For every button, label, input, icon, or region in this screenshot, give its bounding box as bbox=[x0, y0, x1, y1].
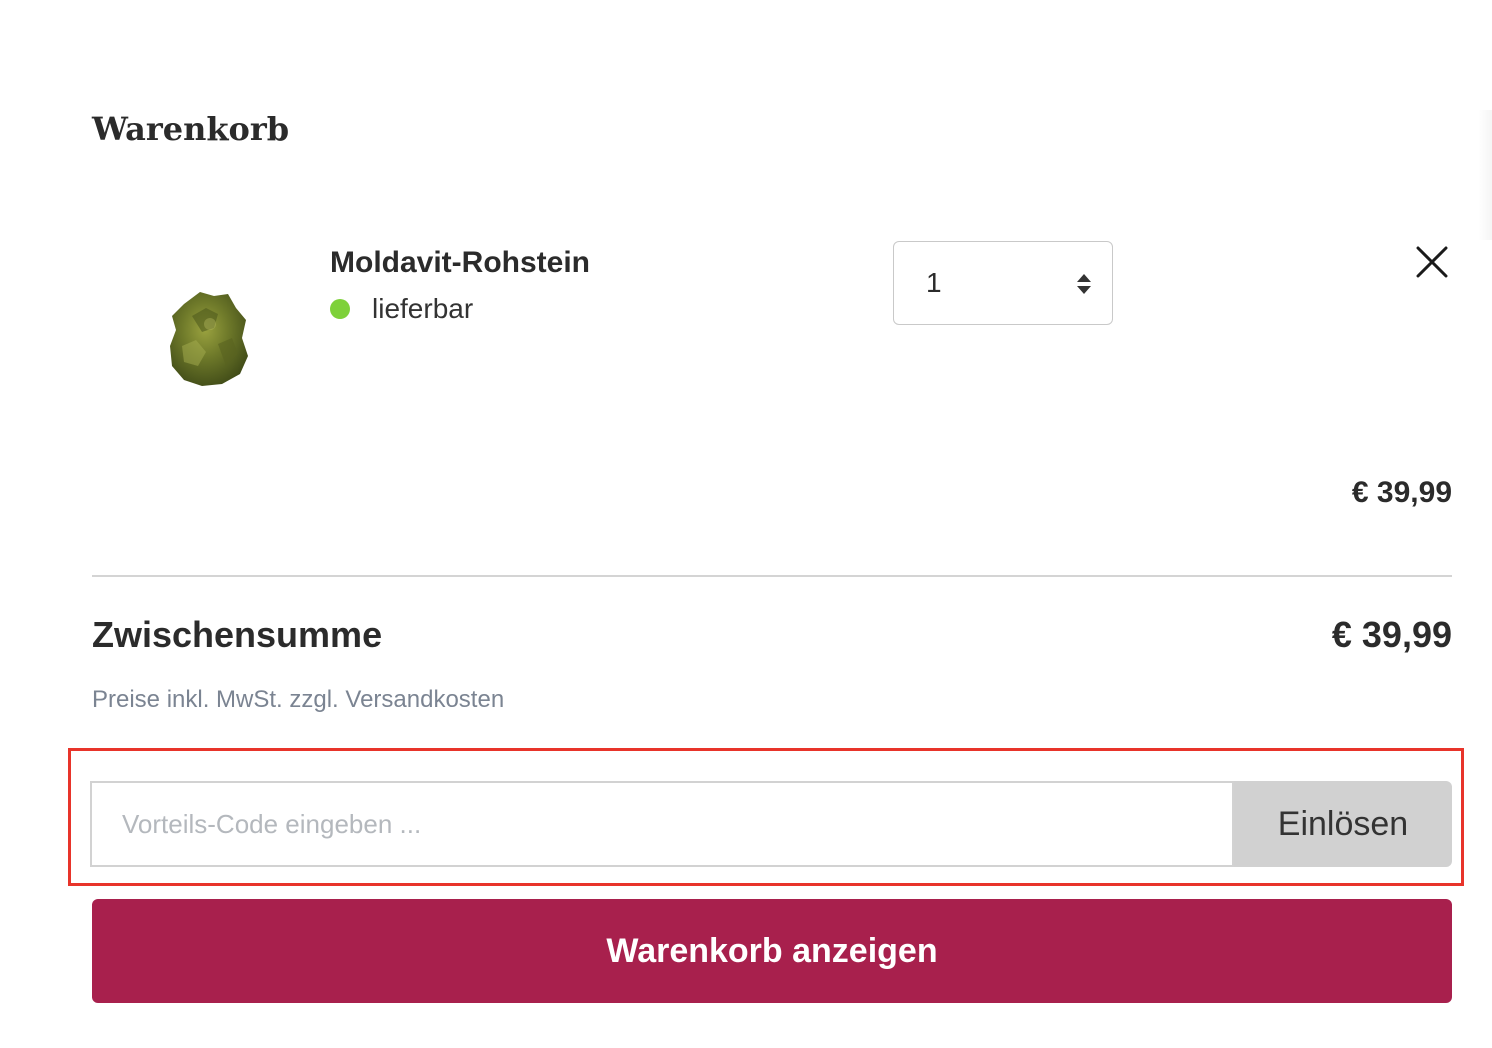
cart-title: Warenkorb bbox=[92, 110, 290, 148]
subtotal-label: Zwischensumme bbox=[92, 614, 383, 655]
divider bbox=[92, 575, 1452, 577]
product-name[interactable]: Moldavit-Rohstein bbox=[330, 246, 590, 280]
coupon-code-input[interactable] bbox=[90, 781, 1234, 867]
item-price: € 39,99 bbox=[1351, 476, 1452, 509]
quantity-value: 1 bbox=[926, 267, 942, 298]
tax-note: Preise inkl. MwSt. zzgl. Versandkosten bbox=[92, 686, 505, 713]
quantity-stepper[interactable]: 1 bbox=[893, 241, 1113, 325]
close-icon[interactable] bbox=[1412, 242, 1452, 282]
panel-edge-shadow bbox=[1478, 110, 1492, 240]
product-image[interactable] bbox=[162, 286, 254, 390]
availability-label: lieferbar bbox=[372, 293, 474, 324]
redeem-button[interactable]: Einlösen bbox=[1234, 781, 1452, 867]
subtotal-value: € 39,99 bbox=[1331, 614, 1452, 655]
availability-dot-icon bbox=[330, 299, 350, 319]
cart-page: Warenkorb Moldavit-Rohstein lieferbar 1 bbox=[0, 0, 1492, 1048]
view-cart-button[interactable]: Warenkorb anzeigen bbox=[92, 899, 1452, 1003]
availability-status: lieferbar bbox=[330, 291, 473, 327]
moldavite-stone-image bbox=[170, 292, 248, 386]
stepper-arrows-icon[interactable] bbox=[1074, 272, 1094, 296]
